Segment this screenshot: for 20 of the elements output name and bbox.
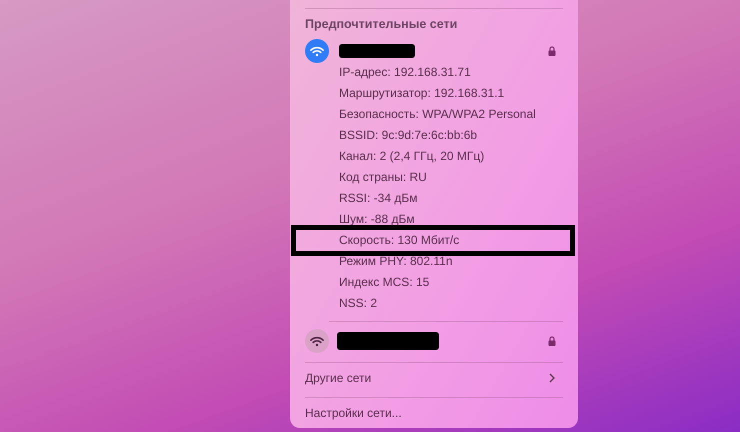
chevron-right-icon [549,373,555,383]
wifi-icon [305,329,329,353]
network-detail: Безопасность: WPA/WPA2 Personal [339,106,537,123]
network-detail: Режим PHY: 802.11n [339,253,454,270]
network-detail: RSSI: -34 дБм [339,190,418,207]
network-detail: IP-адрес: 192.168.31.71 [339,64,472,81]
section-heading: Предпочтительные сети [305,16,458,32]
network-detail: Маршрутизатор: 192.168.31.1 [339,85,506,102]
menu-item-label: Настройки сети... [305,406,403,420]
menu-item-label: Другие сети [305,371,372,385]
network-detail: Скорость: 130 Мбит/с [339,230,563,251]
menu-item[interactable]: Другие сети [305,367,563,389]
network-detail: Канал: 2 (2,4 ГГц, 20 МГц) [339,148,486,165]
network-detail: Шум: -88 дБм [339,211,416,228]
network-detail: Код страны: RU [339,169,428,186]
wifi-icon [305,39,329,63]
network-detail: Индекс MCS: 15 [339,274,430,291]
network-detail: NSS: 2 [339,295,378,312]
menu-item[interactable]: Настройки сети... [305,402,563,424]
network-detail: BSSID: 9c:9d:7e:6c:bb:6b [339,127,478,144]
